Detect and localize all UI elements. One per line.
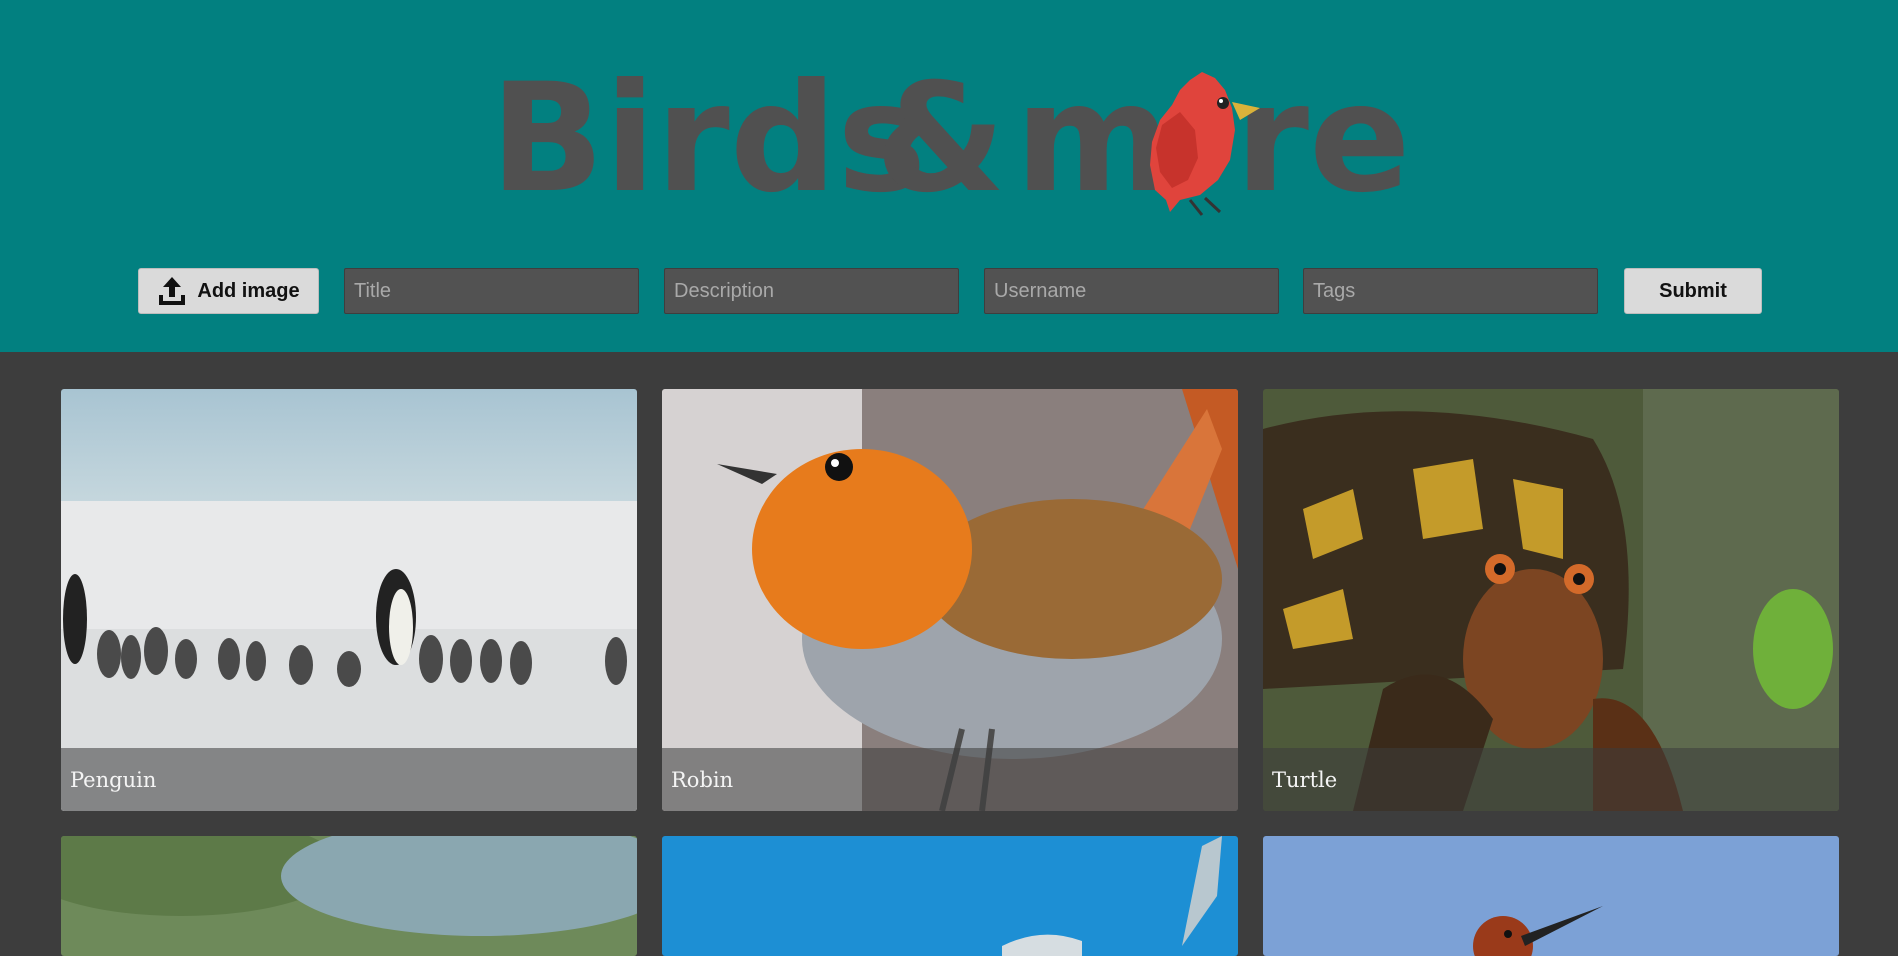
logo-text-re: re: [1235, 52, 1411, 226]
card-caption: Penguin: [61, 748, 637, 811]
logo-graphic: Birds & m re: [490, 52, 1411, 226]
username-input[interactable]: [984, 268, 1279, 314]
upload-icon: [159, 277, 186, 305]
site-logo[interactable]: Birds & m re: [490, 50, 1430, 226]
header: Birds & m re Add image Submit: [0, 0, 1898, 352]
tags-input[interactable]: [1303, 268, 1598, 314]
add-image-label: Add image: [197, 279, 300, 302]
logo-text-ampersand: &: [875, 52, 1006, 226]
logo-text-birds: Birds: [490, 52, 926, 226]
gallery-image: [61, 836, 637, 956]
description-input[interactable]: [664, 268, 959, 314]
gallery-card-robin[interactable]: Robin: [662, 389, 1238, 811]
logo-text-m: m: [1015, 52, 1171, 226]
card-caption: Robin: [662, 748, 1238, 811]
title-input[interactable]: [344, 268, 639, 314]
gallery-card[interactable]: [662, 836, 1238, 956]
gallery-image: [1263, 836, 1839, 956]
gallery-card[interactable]: [1263, 836, 1839, 956]
gallery-image: [662, 836, 1238, 956]
submit-button[interactable]: Submit: [1624, 268, 1762, 314]
upload-form: Add image Submit: [0, 268, 1898, 314]
gallery-card[interactable]: [61, 836, 637, 956]
gallery-card-turtle[interactable]: Turtle: [1263, 389, 1839, 811]
card-caption: Turtle: [1263, 748, 1839, 811]
add-image-button[interactable]: Add image: [138, 268, 319, 314]
gallery-card-penguin[interactable]: Penguin: [61, 389, 637, 811]
